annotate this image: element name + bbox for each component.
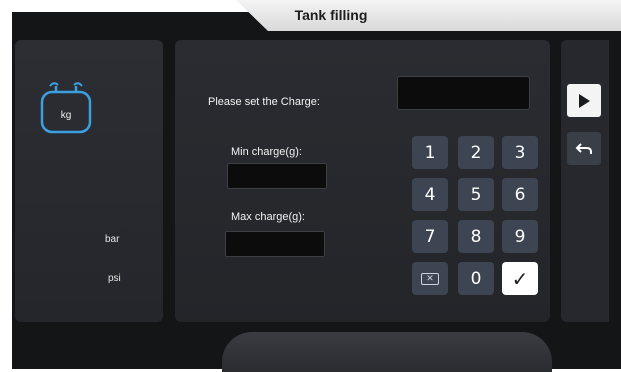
key-2[interactable]: 2 <box>458 136 494 169</box>
back-button[interactable] <box>567 132 601 165</box>
page-title: Tank filling <box>294 7 368 23</box>
confirm-button[interactable]: ✓ <box>502 262 538 295</box>
bottom-tab <box>222 332 552 372</box>
min-charge-field[interactable] <box>227 163 327 189</box>
key-3[interactable]: 3 <box>502 136 538 169</box>
max-charge-field[interactable] <box>225 231 325 257</box>
key-8[interactable]: 8 <box>458 220 494 253</box>
tank-icon <box>40 82 92 134</box>
key-4[interactable]: 4 <box>412 178 448 211</box>
key-1[interactable]: 1 <box>412 136 448 169</box>
key-5[interactable]: 5 <box>458 178 494 211</box>
key-6[interactable]: 6 <box>502 178 538 211</box>
charge-display-field[interactable] <box>397 76 530 110</box>
backspace-icon: ✕ <box>421 272 439 285</box>
max-charge-label: Max charge(g): <box>231 211 305 223</box>
charge-prompt: Please set the Charge: <box>208 96 320 108</box>
check-icon: ✓ <box>511 266 529 291</box>
key-0[interactable]: 0 <box>458 262 494 295</box>
right-sidebar <box>561 40 609 322</box>
key-9[interactable]: 9 <box>502 220 538 253</box>
unit-bar-label: bar <box>105 234 120 245</box>
backspace-button[interactable]: ✕ <box>412 262 448 295</box>
play-icon <box>579 93 590 108</box>
tank-unit-label: kg <box>60 110 72 121</box>
return-icon <box>575 142 592 154</box>
start-button[interactable] <box>567 84 601 117</box>
min-charge-label: Min charge(g): <box>231 146 302 158</box>
unit-psi-label: psi <box>108 273 121 284</box>
key-7[interactable]: 7 <box>412 220 448 253</box>
